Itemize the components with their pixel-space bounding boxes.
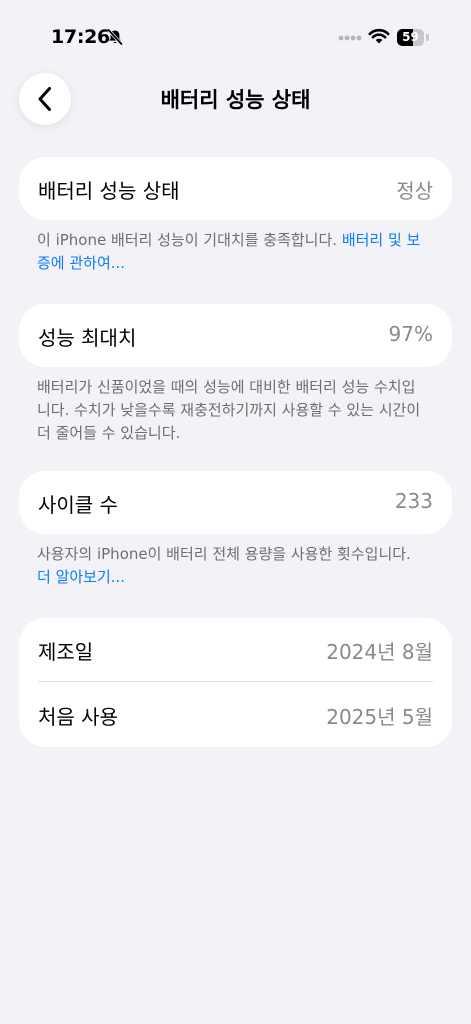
learn-more-link[interactable]: 더 알아보기... [37, 568, 125, 586]
page-title: 배터리 성능 상태 [160, 88, 311, 112]
cycle-count-footnote: 사용자의 iPhone이 배터리 전체 용량을 사용한 횟수입니다. 더 알아보… [37, 543, 427, 589]
cycle-count-row: 사이클 수 233 [19, 471, 452, 534]
battery-health-footnote-text: 이 iPhone 배터리 성능이 기대치를 충족합니다. [37, 231, 342, 249]
status-time: 17:26 [51, 26, 110, 48]
manufacture-date-value: 2024년 8월 [326, 640, 433, 664]
bell-slash-icon [107, 28, 123, 46]
max-capacity-value: 97% [388, 322, 433, 346]
battery-health-label: 배터리 성능 상태 [38, 179, 180, 203]
max-capacity-footnote: 배터리가 신품이었을 때의 성능에 대비한 배터리 성능 수치입니다. 수치가 … [37, 378, 421, 442]
wifi-icon [368, 28, 390, 44]
status-bar: 17:26 59 [0, 0, 471, 60]
cycle-count-card: 사이클 수 233 [19, 471, 452, 534]
first-use-row: 처음 사용 2025년 5월 [19, 683, 452, 747]
cycle-count-label: 사이클 수 [38, 493, 118, 517]
battery-indicator: 59 [397, 29, 429, 47]
battery-health-footnote: 이 iPhone 배터리 성능이 기대치를 충족합니다. 배터리 및 보증에 관… [37, 229, 427, 275]
battery-health-card: 배터리 성능 상태 정상 [19, 157, 452, 220]
manufacture-date-label: 제조일 [38, 640, 94, 664]
first-use-label: 처음 사용 [38, 705, 118, 729]
battery-body: 59 [397, 29, 424, 46]
signal-dots-icon [338, 35, 362, 41]
row-divider [38, 681, 433, 682]
max-capacity-row: 성능 최대치 97% [19, 304, 452, 367]
battery-health-row: 배터리 성능 상태 정상 [19, 157, 452, 220]
first-use-value: 2025년 5월 [326, 705, 433, 729]
manufacture-date-row: 제조일 2024년 8월 [19, 618, 452, 682]
max-capacity-label: 성능 최대치 [38, 326, 137, 350]
max-capacity-card: 성능 최대치 97% [19, 304, 452, 367]
cycle-count-footnote-text: 사용자의 iPhone이 배터리 전체 용량을 사용한 횟수입니다. [37, 545, 411, 563]
battery-level: 59 [402, 30, 419, 44]
battery-health-value: 정상 [396, 179, 433, 203]
battery-tip [426, 34, 429, 41]
dates-card: 제조일 2024년 8월 처음 사용 2025년 5월 [19, 618, 452, 747]
cycle-count-value: 233 [394, 489, 433, 513]
